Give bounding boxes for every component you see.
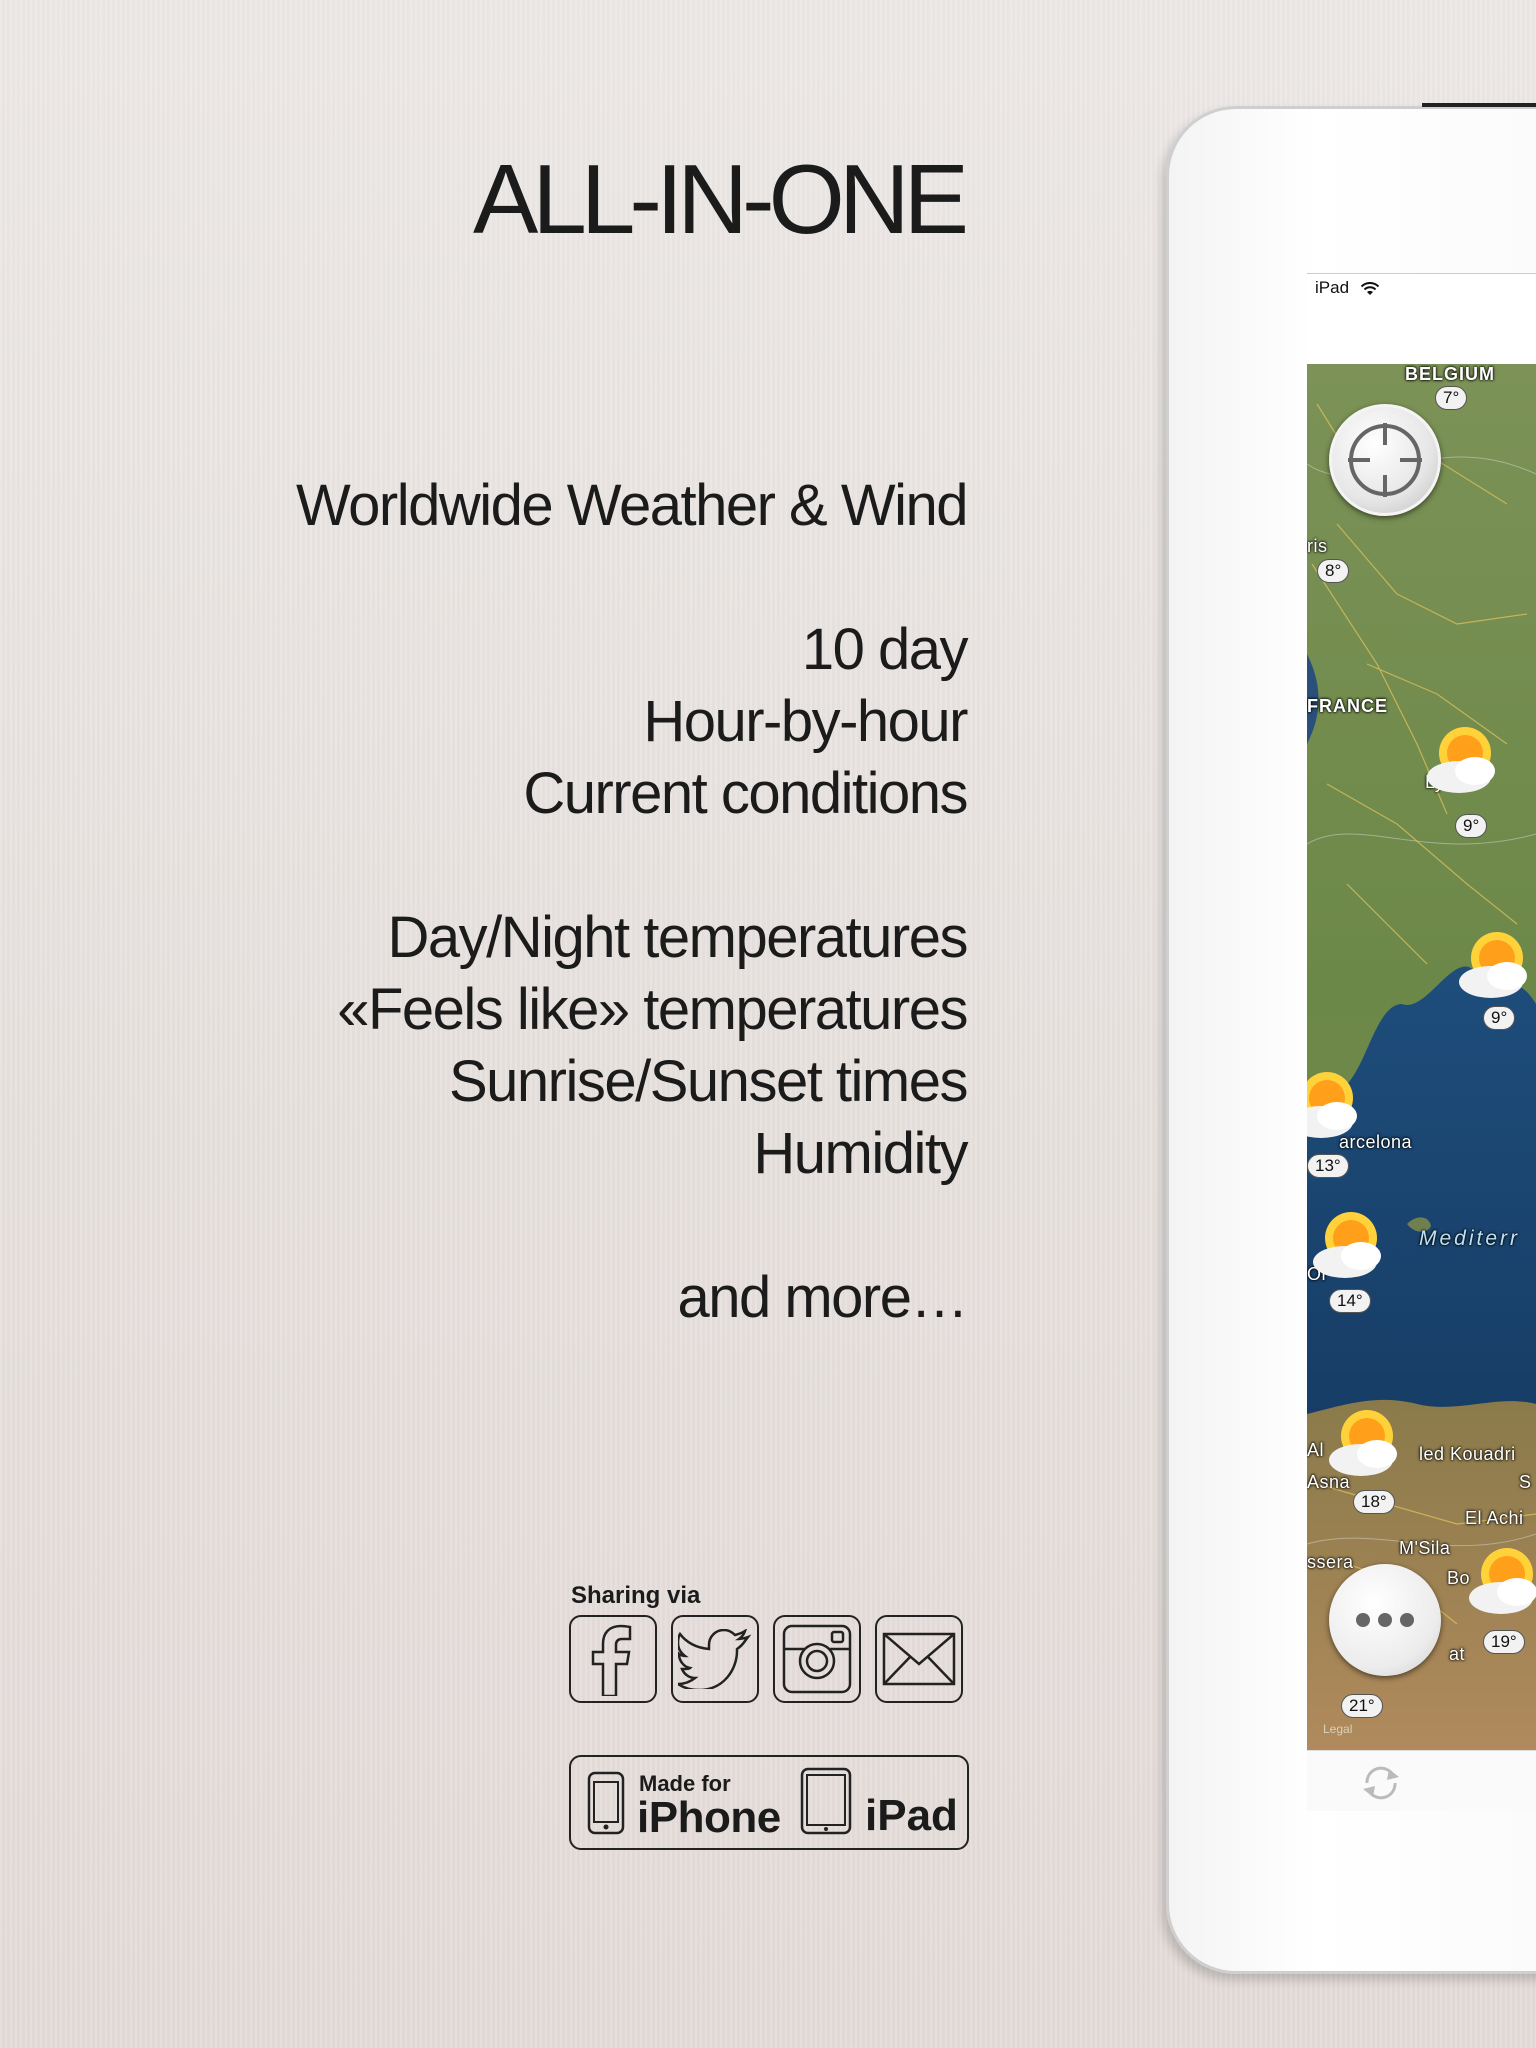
- carrier-label: iPad: [1315, 278, 1350, 297]
- locate-button[interactable]: [1329, 404, 1441, 516]
- temperature-badge: 9°: [1483, 1006, 1516, 1030]
- weather-map[interactable]: BELGIUM FRANCE Mediterr ris Ly arcelona …: [1307, 364, 1536, 1750]
- ipad-icon: [800, 1767, 852, 1835]
- temperature-badge: 21°: [1341, 1694, 1383, 1718]
- partly-sunny-icon[interactable]: [1307, 1204, 1393, 1286]
- place-label: ris: [1307, 536, 1328, 556]
- more-dots-icon: [1356, 1613, 1370, 1627]
- legal-link[interactable]: Legal: [1323, 1722, 1352, 1736]
- temperature-badge: 19°: [1483, 1630, 1525, 1654]
- share-icons: [569, 1615, 963, 1703]
- country-label: FRANCE: [1307, 696, 1388, 716]
- feature-line: Day/Night temperatures: [387, 905, 969, 970]
- feature-line: 10 day: [801, 617, 969, 682]
- temperature-badge: 14°: [1329, 1289, 1371, 1313]
- temperature-badge: 7°: [1435, 386, 1468, 410]
- twitter-icon[interactable]: [671, 1615, 759, 1703]
- mail-icon[interactable]: [875, 1615, 963, 1703]
- place-label: led Kouadri: [1419, 1444, 1516, 1464]
- place-label: El Achi: [1465, 1508, 1524, 1528]
- feature-line: «Feels like» temperatures: [337, 977, 968, 1042]
- device-screen: iPad BELGIUM FRANCE Mediterr ris arcelon…: [1307, 273, 1536, 1811]
- ipad-label: iPad: [865, 1791, 958, 1840]
- temperature-badge: 13°: [1307, 1154, 1349, 1178]
- feature-line: Humidity: [753, 1121, 968, 1186]
- country-label: BELGIUM: [1405, 364, 1495, 384]
- temperature-badge: 18°: [1353, 1490, 1395, 1514]
- iphone-icon: [587, 1771, 625, 1835]
- place-label: at: [1449, 1644, 1466, 1664]
- refresh-icon[interactable]: [1359, 1765, 1403, 1801]
- temperature-badge: 9°: [1455, 814, 1488, 838]
- iphone-label: iPhone: [637, 1793, 781, 1842]
- feature-line: Hour-by-hour: [643, 689, 968, 754]
- place-label: S: [1519, 1472, 1532, 1492]
- instagram-icon[interactable]: [773, 1615, 861, 1703]
- partly-sunny-icon[interactable]: [1457, 1540, 1536, 1622]
- feature-line: Current conditions: [523, 761, 968, 826]
- bottom-toolbar: [1307, 1750, 1536, 1811]
- more-button[interactable]: [1329, 1564, 1441, 1676]
- partly-sunny-icon[interactable]: [1317, 1402, 1409, 1484]
- headline: ALL-IN-ONE: [472, 144, 969, 254]
- feature-line: Sunrise/Sunset times: [448, 1049, 969, 1114]
- feature-list: Worldwide Weather & Wind 10 day Hour-by-…: [295, 470, 969, 1334]
- partly-sunny-icon[interactable]: [1447, 924, 1536, 1006]
- temperature-badge: 8°: [1317, 559, 1350, 583]
- status-bar: iPad: [1315, 278, 1380, 298]
- feature-line: and more…: [677, 1265, 968, 1330]
- wifi-icon: [1360, 281, 1379, 295]
- sharing-label: Sharing via: [571, 1582, 701, 1609]
- partly-sunny-icon[interactable]: [1307, 1064, 1369, 1146]
- place-label: M'Sila: [1399, 1538, 1451, 1558]
- place-label: ssera: [1307, 1552, 1354, 1572]
- crosshair-icon: [1348, 423, 1422, 497]
- feature-line: Worldwide Weather & Wind: [295, 473, 969, 538]
- partly-sunny-icon[interactable]: [1415, 719, 1507, 801]
- facebook-icon[interactable]: [569, 1615, 657, 1703]
- made-for-badge: Made for iPhone iPad: [569, 1755, 969, 1850]
- device-top-edge: [1422, 103, 1536, 107]
- sea-label: Mediterr: [1419, 1227, 1521, 1250]
